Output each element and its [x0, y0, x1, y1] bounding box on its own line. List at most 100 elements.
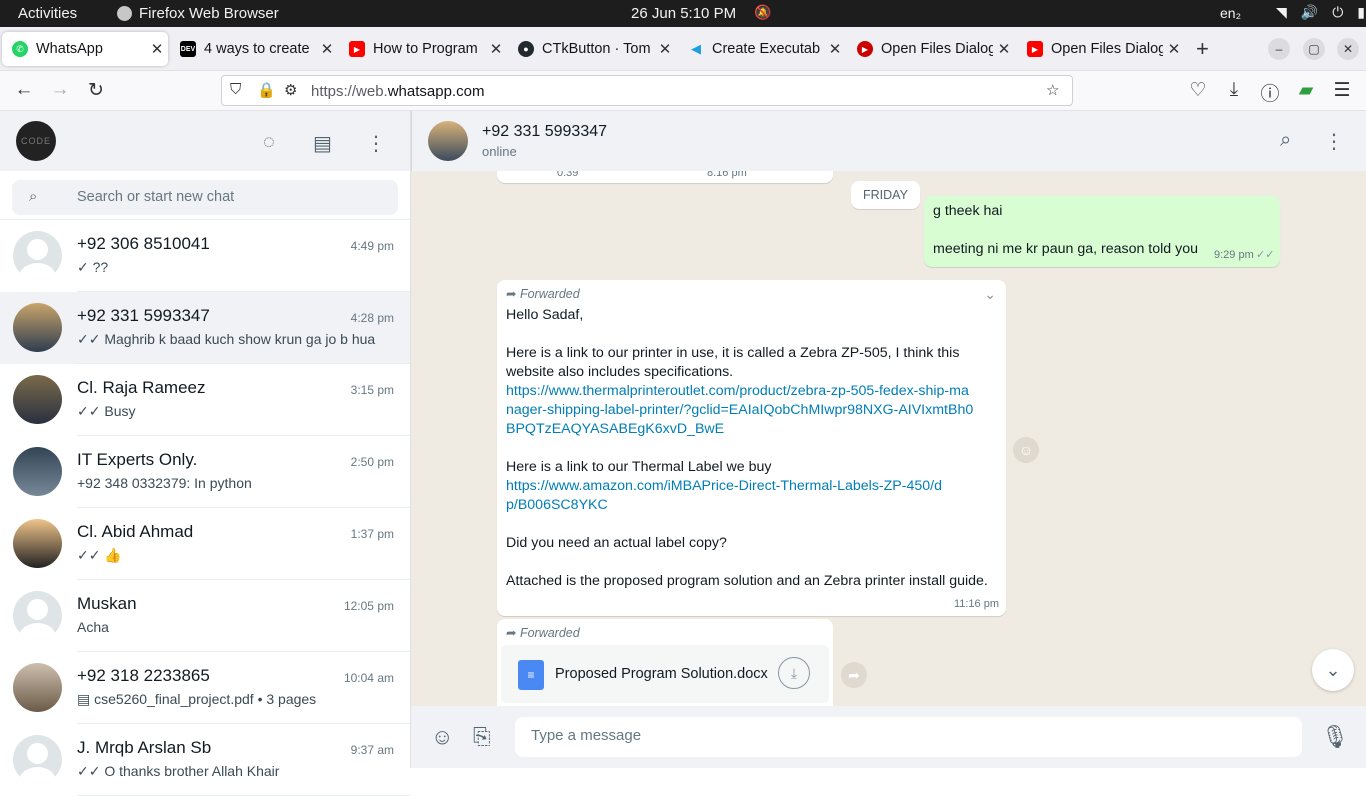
chat-row[interactable]: IT Experts Only. 2:50 pm +92 348 0332379: … [0, 436, 410, 508]
chat-preview: ✓✓ Busy [77, 403, 136, 419]
forwarded-message[interactable]: ➦ Forwarded ⌄ Hello Sadaf, Here is a lin… [497, 280, 1006, 616]
chat-avatar [13, 663, 62, 712]
microphone-icon[interactable]: 🎙 [1321, 724, 1349, 750]
chat-row[interactable]: +92 306 8510041 4:49 pm ✓ ?? [0, 220, 410, 292]
emoji-icon[interactable]: ☺ [431, 724, 453, 750]
close-tab-icon[interactable]: ✕ [146, 40, 168, 58]
chat-preview: ✓✓ O thanks brother Allah Khair [77, 763, 280, 779]
chevron-down-icon[interactable]: ⌄ [984, 286, 996, 303]
system-menu[interactable]: ◥ 🔊 ⏻ ▮ [1276, 4, 1365, 21]
profile-avatar[interactable]: CODE [16, 121, 56, 161]
chat-row[interactable]: +92 331 5993347 4:28 pm ✓✓ Maghrib k baad … [0, 292, 410, 364]
activities-button[interactable]: Activities [18, 5, 77, 22]
extension-icon[interactable]: ▰ [1294, 79, 1318, 102]
forward-icon[interactable]: → [48, 79, 72, 101]
tab-strip: ✆ WhatsApp ✕ DEV 4 ways to create ✕ ▶ How … [0, 27, 1366, 71]
tab-dev[interactable]: DEV 4 ways to create ✕ [170, 32, 338, 66]
info-extension-icon[interactable]: ⓘ [1258, 79, 1282, 106]
downloads-icon[interactable]: ⤓ [1222, 79, 1246, 101]
printer-link[interactable]: https://www.thermalprinteroutlet.com/pro… [506, 382, 976, 439]
message-time: 11:16 pm [953, 598, 999, 610]
message-line: g theek hai [933, 203, 1003, 219]
power-icon: ⏻ [1332, 4, 1344, 20]
conversation-panel: +92 331 5993347 online ⌕ ⋮ 0:39 8:16 pm … [411, 111, 1366, 768]
reload-icon[interactable]: ↻ [84, 79, 108, 102]
chat-avatar [13, 231, 62, 280]
status-icon[interactable]: ◌ [263, 131, 275, 154]
chat-row[interactable]: +92 318 2233865 10:04 am ▤ cse5260_final_p… [0, 652, 410, 724]
chat-time: 9:37 am [350, 743, 394, 757]
message-time: 9:29 pm [1214, 249, 1254, 261]
lock-icon[interactable]: 🔒 [257, 81, 276, 99]
document-card[interactable]: ≡ Proposed Program Solution.docx ⤓ [501, 645, 829, 703]
permissions-icon[interactable]: ⚙ [284, 81, 297, 99]
input-language[interactable]: en₂ [1220, 5, 1241, 21]
forward-icon[interactable]: ➦ [841, 662, 867, 688]
shield-icon[interactable]: ⛉ [230, 81, 241, 98]
chat-avatar [13, 735, 62, 784]
url-text[interactable]: https://web.whatsapp.com [311, 83, 484, 100]
close-tab-icon[interactable]: ✕ [824, 40, 846, 58]
chat-row[interactable]: Cl. Abid Ahmad 1:37 pm ✓✓ 👍 [0, 508, 410, 580]
wifi-icon: ◥ [1276, 4, 1287, 20]
tab-whatsapp[interactable]: ✆ WhatsApp ✕ [2, 32, 168, 66]
tab-youtube-3[interactable]: ▶ Open Files Dialog ✕ [1017, 32, 1185, 66]
pocket-icon[interactable]: ♡ [1186, 79, 1210, 102]
attach-icon[interactable]: ⎘ [473, 724, 491, 750]
url-bar[interactable]: ⛉ 🔒 ⚙ https://web.whatsapp.com ☆ [221, 75, 1073, 106]
tab-youtube-1[interactable]: ▶ How to Program ✕ [339, 32, 507, 66]
minimize-icon[interactable]: – [1268, 38, 1290, 60]
message-input-placeholder: Type a message [531, 727, 642, 744]
clock[interactable]: 26 Jun 5:10 PM [631, 5, 736, 22]
app-menu[interactable]: Firefox Web Browser [117, 5, 279, 22]
download-icon[interactable]: ⤓ [778, 657, 810, 689]
search-placeholder: Search or start new chat [77, 189, 235, 205]
forwarded-document-message[interactable]: ➦ Forwarded ≡ Proposed Program Solution.… [497, 619, 833, 706]
chat-row[interactable]: J. Mrqb Arslan Sb 9:37 am ✓✓ O thanks brot… [0, 724, 410, 796]
contact-avatar[interactable] [428, 121, 468, 161]
document-icon: ≡ [518, 660, 544, 690]
message-input[interactable]: Type a message [515, 717, 1302, 757]
emoji-reaction-icon[interactable]: ☺ [1013, 437, 1039, 463]
message-text: Did you need an actual label copy? [506, 535, 727, 551]
close-tab-icon[interactable]: ✕ [993, 40, 1015, 58]
search-input[interactable]: ⌕ Search or start new chat [12, 180, 398, 215]
tab-github[interactable]: ● CTkButton · Tom ✕ [508, 32, 676, 66]
fish-icon: ◀ [691, 41, 701, 56]
new-tab-icon[interactable]: + [1196, 36, 1209, 62]
scroll-down-icon[interactable]: ⌄ [1312, 649, 1354, 691]
conversation-header[interactable]: +92 331 5993347 online ⌕ ⋮ [411, 111, 1366, 171]
new-chat-icon[interactable]: ▤ [313, 131, 332, 156]
menu-dots-icon[interactable]: ⋮ [1324, 129, 1344, 154]
chat-name: +92 331 5993347 [77, 306, 210, 325]
volume-icon: 🔊 [1300, 4, 1319, 20]
contact-name[interactable]: +92 331 5993347 [482, 123, 607, 141]
close-window-icon[interactable]: ✕ [1337, 38, 1359, 60]
navigation-toolbar: ← → ↻ ⛉ 🔒 ⚙ https://web.whatsapp.com ☆ ♡… [0, 71, 1366, 111]
search-icon[interactable]: ⌕ [1280, 129, 1291, 152]
menu-hamburger-icon[interactable]: ☰ [1330, 79, 1354, 102]
chat-row[interactable]: Cl. Raja Rameez 3:15 pm ✓✓ Busy [0, 364, 410, 436]
composer: ☺ ⎘ Type a message 🎙 [411, 706, 1366, 768]
message-duration: 0:39 [557, 171, 579, 179]
back-icon[interactable]: ← [12, 79, 36, 101]
label-link[interactable]: https://www.amazon.com/iMBAPrice-Direct-… [506, 477, 946, 515]
tab-youtube-2[interactable]: ▶ Open Files Dialog ✕ [847, 32, 1015, 66]
bookmark-star-icon[interactable]: ☆ [1046, 81, 1059, 99]
tab-create-exe[interactable]: ◀ Create Executab ✕ [678, 32, 846, 66]
outgoing-message[interactable]: g theek hai meeting ni me kr paun ga, re… [924, 196, 1280, 267]
chat-preview: ✓ ?? [77, 259, 109, 275]
url-prefix: https://web. [311, 83, 388, 100]
chat-avatar [13, 519, 62, 568]
contact-status: online [482, 144, 517, 159]
chat-time: 12:05 pm [343, 599, 394, 613]
maximize-icon[interactable]: ▢ [1303, 38, 1325, 60]
chat-row[interactable]: Muskan 12:05 pm Acha [0, 580, 410, 652]
close-tab-icon[interactable]: ✕ [654, 40, 676, 58]
forwarded-label: ➦ Forwarded [506, 626, 580, 640]
menu-dots-icon[interactable]: ⋮ [366, 131, 386, 156]
close-tab-icon[interactable]: ✕ [485, 40, 507, 58]
system-top-bar: Activities Firefox Web Browser 26 Jun 5:… [0, 0, 1366, 27]
close-tab-icon[interactable]: ✕ [1163, 40, 1185, 58]
close-tab-icon[interactable]: ✕ [316, 40, 338, 58]
